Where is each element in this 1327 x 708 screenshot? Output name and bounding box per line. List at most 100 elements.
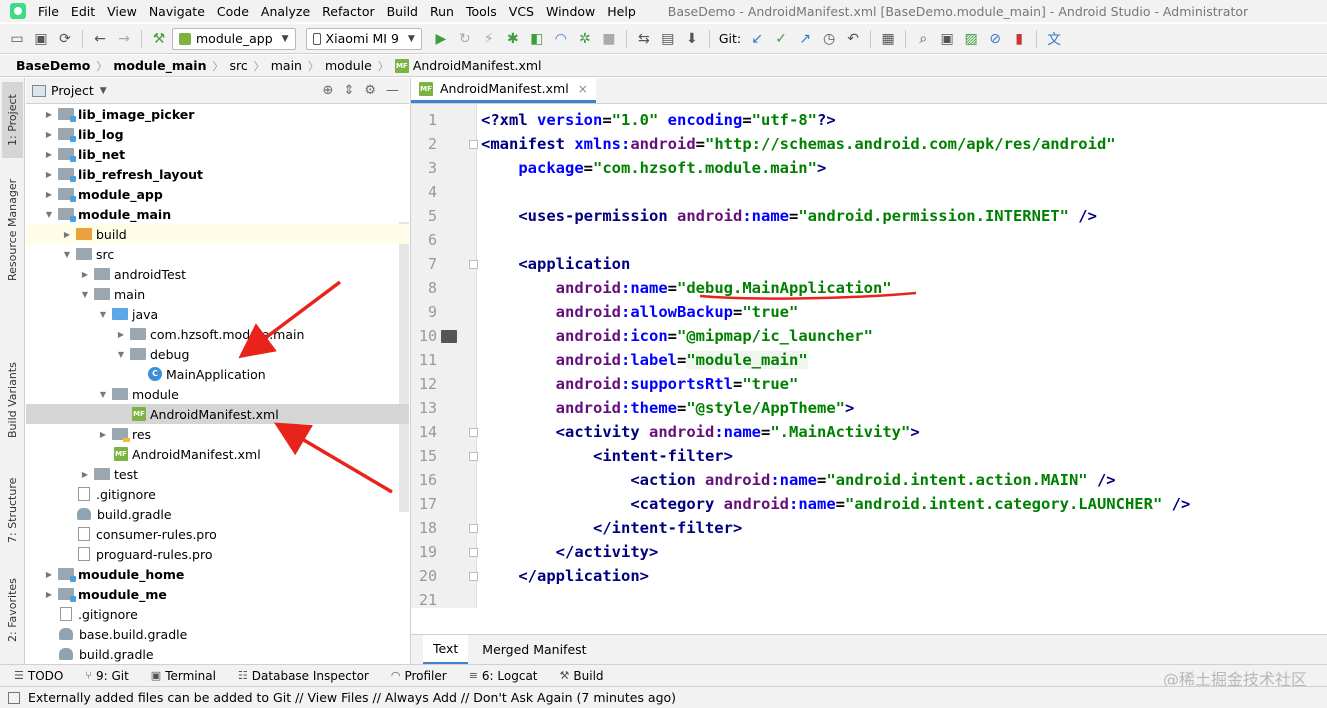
chevron-down-icon[interactable]: ▼ <box>96 390 110 399</box>
menu-navigate[interactable]: Navigate <box>143 4 211 19</box>
breadcrumb-item-current[interactable]: MF AndroidManifest.xml <box>391 58 546 74</box>
run-icon[interactable]: ▶ <box>430 28 452 50</box>
breadcrumb-item[interactable]: module <box>321 58 376 73</box>
chevron-right-icon[interactable]: ▶ <box>42 590 56 599</box>
tree-item[interactable]: ▶ lib_log <box>26 124 409 144</box>
breadcrumb-item[interactable]: main <box>267 58 306 73</box>
menu-edit[interactable]: Edit <box>65 4 101 19</box>
profiler-icon[interactable]: ◠ <box>550 28 572 50</box>
tab-merged-manifest[interactable]: Merged Manifest <box>472 636 596 663</box>
tool-window-favorites[interactable]: 2: Favorites <box>2 570 23 650</box>
chevron-down-icon[interactable]: ▼ <box>114 350 128 359</box>
back-arrow-icon[interactable]: ← <box>89 28 111 50</box>
tool-logcat[interactable]: ≡ 6: Logcat <box>469 669 538 683</box>
translate-icon[interactable]: 文 <box>1043 28 1065 50</box>
chevron-right-icon[interactable]: ▶ <box>60 230 74 239</box>
breadcrumb-item[interactable]: module_main <box>109 58 210 73</box>
tool-build[interactable]: ⚒ Build <box>560 669 604 683</box>
chevron-right-icon[interactable]: ▶ <box>42 570 56 579</box>
git-rollback-icon[interactable]: ↶ <box>842 28 864 50</box>
tree-item[interactable]: MF AndroidManifest.xml <box>26 404 409 424</box>
git-commit-icon[interactable]: ✓ <box>770 28 792 50</box>
tree-item[interactable]: ▼ src <box>26 244 409 264</box>
close-icon[interactable]: × <box>578 82 588 96</box>
menu-code[interactable]: Code <box>211 4 255 19</box>
tree-item[interactable]: ▶ test <box>26 464 409 484</box>
status-panel-icon[interactable] <box>8 691 20 704</box>
fold-marker-icon[interactable] <box>469 260 478 269</box>
menu-refactor[interactable]: Refactor <box>316 4 380 19</box>
chevron-right-icon[interactable]: ▶ <box>42 150 56 159</box>
hide-panel-icon[interactable]: — <box>386 83 399 98</box>
fold-marker-icon[interactable] <box>469 452 478 461</box>
tree-item[interactable]: ▼ debug <box>26 344 409 364</box>
device-select[interactable]: Xiaomi MI 9 ▼ <box>305 27 422 50</box>
menu-analyze[interactable]: Analyze <box>255 4 316 19</box>
tool-window-build-variants[interactable]: Build Variants <box>2 360 23 440</box>
breadcrumb-item[interactable]: BaseDemo <box>12 58 94 73</box>
tool-window-resource-manager[interactable]: Resource Manager <box>2 170 23 290</box>
chevron-down-icon[interactable]: ▼ <box>60 250 74 259</box>
search-icon[interactable]: ⌕ <box>912 28 934 50</box>
sync-icon[interactable]: ⟳ <box>54 28 76 50</box>
fold-marker-icon[interactable] <box>469 524 478 533</box>
rerun-icon[interactable]: ↻ <box>454 28 476 50</box>
project-structure-icon[interactable]: ▦ <box>877 28 899 50</box>
tree-item[interactable]: ▶ androidTest <box>26 264 409 284</box>
stop-icon[interactable]: ■ <box>598 28 620 50</box>
git-update-icon[interactable]: ↙ <box>746 28 768 50</box>
device-file-icon[interactable]: ▮ <box>1008 28 1030 50</box>
collapse-all-icon[interactable]: ⇕ <box>343 83 354 98</box>
menu-view[interactable]: View <box>101 4 143 19</box>
tool-profiler[interactable]: ◠ Profiler <box>391 669 447 683</box>
resource-chart-icon[interactable]: ▨ <box>960 28 982 50</box>
fold-marker-icon[interactable] <box>469 140 478 149</box>
tab-text[interactable]: Text <box>423 634 469 665</box>
tool-terminal[interactable]: ▣ Terminal <box>151 669 216 683</box>
tree-item[interactable]: ▶ module_app <box>26 184 409 204</box>
tree-item[interactable]: ▼ main <box>26 284 409 304</box>
project-view-select[interactable]: Project <box>51 83 94 98</box>
chevron-right-icon[interactable]: ▶ <box>96 430 110 439</box>
git-history-icon[interactable]: ◷ <box>818 28 840 50</box>
locate-target-icon[interactable]: ⊕ <box>323 83 334 98</box>
tree-item[interactable]: ▶ moudule_me <box>26 584 409 604</box>
gradle-sync-icon[interactable]: ⇆ <box>633 28 655 50</box>
chevron-right-icon[interactable]: ▶ <box>42 110 56 119</box>
avd-manager-icon[interactable]: ▤ <box>657 28 679 50</box>
editor-tab-android-manifest[interactable]: MF AndroidManifest.xml × <box>411 77 596 103</box>
gear-icon[interactable]: ⚙ <box>364 83 376 98</box>
menu-file[interactable]: File <box>32 4 65 19</box>
tree-item[interactable]: .gitignore <box>26 484 409 504</box>
tree-item[interactable]: ▶ lib_net <box>26 144 409 164</box>
tool-todo[interactable]: ☰ TODO <box>14 669 63 683</box>
chevron-right-icon[interactable]: ▶ <box>114 330 128 339</box>
menu-build[interactable]: Build <box>381 4 424 19</box>
menu-vcs[interactable]: VCS <box>503 4 540 19</box>
power-save-icon[interactable]: ⊘ <box>984 28 1006 50</box>
tree-item[interactable]: ▶ lib_refresh_layout <box>26 164 409 184</box>
fold-marker-icon[interactable] <box>469 548 478 557</box>
tree-item[interactable]: proguard-rules.pro <box>26 544 409 564</box>
open-folder-icon[interactable]: ▭ <box>6 28 28 50</box>
fold-marker-icon[interactable] <box>469 428 478 437</box>
tree-item[interactable]: build.gradle <box>26 644 409 664</box>
tree-item[interactable]: ▶ lib_image_picker <box>26 104 409 124</box>
tree-item[interactable]: consumer-rules.pro <box>26 524 409 544</box>
status-message[interactable]: Externally added files can be added to G… <box>28 690 676 705</box>
tree-item[interactable]: ▶ com.hzsoft.module.main <box>26 324 409 344</box>
chevron-right-icon[interactable]: ▶ <box>42 170 56 179</box>
code-area[interactable]: 1 2 3 4 5 6 7 8 9 10 11 12 13 14 15 16 17 18 19 20 21 <?xml … <box>411 104 1327 608</box>
tool-window-structure[interactable]: 7: Structure <box>2 470 23 550</box>
chevron-right-icon[interactable]: ▶ <box>42 190 56 199</box>
sdk-manager-icon[interactable]: ⬇ <box>681 28 703 50</box>
tree-item[interactable]: MF AndroidManifest.xml <box>26 444 409 464</box>
tool-git[interactable]: ⑂ 9: Git <box>85 669 128 683</box>
coverage-icon[interactable]: ◧ <box>526 28 548 50</box>
layout-inspector-icon[interactable]: ▣ <box>936 28 958 50</box>
breadcrumb-item[interactable]: src <box>225 58 251 73</box>
tree-item[interactable]: ▼ java <box>26 304 409 324</box>
tree-item[interactable]: ▼ module_main <box>26 204 409 224</box>
chevron-down-icon[interactable]: ▼ <box>100 86 107 96</box>
tree-item[interactable]: ▼ module <box>26 384 409 404</box>
